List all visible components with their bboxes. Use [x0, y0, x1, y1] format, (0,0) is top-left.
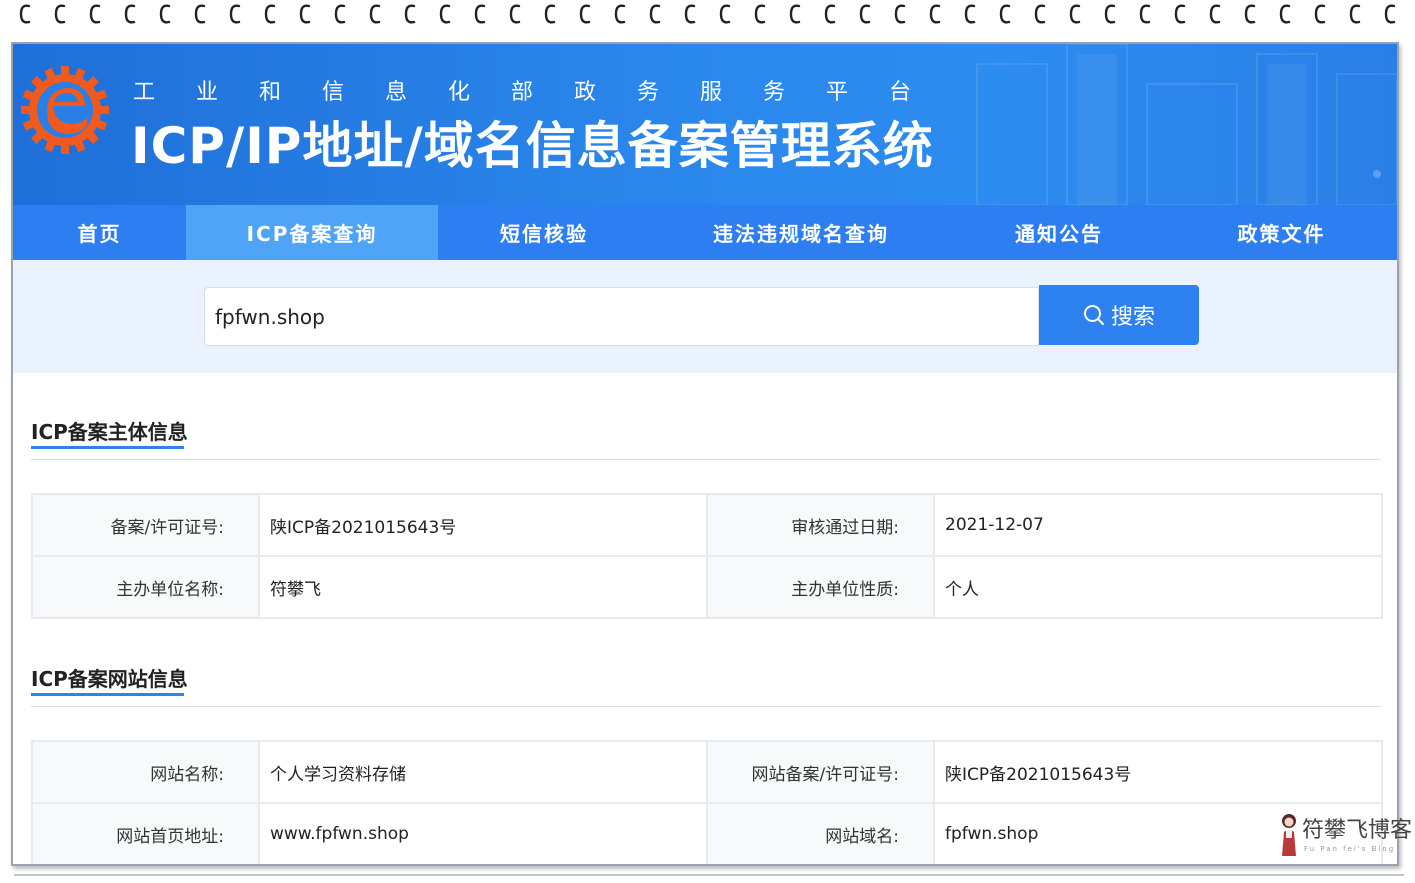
- spiral-ring-icon: [194, 4, 206, 24]
- site-section-title: ICP备案网站信息: [31, 667, 188, 691]
- spiral-ring-icon: [299, 4, 311, 24]
- spiral-ring-icon: [964, 4, 976, 24]
- spiral-ring-icon: [754, 4, 766, 24]
- spiral-ring-icon: [1034, 4, 1046, 24]
- organizer-type-value: 个人: [933, 555, 1383, 619]
- spiral-ring-icon: [124, 4, 136, 24]
- spiral-ring-icon: [509, 4, 521, 24]
- nav-item-icp-query[interactable]: ICP备案查询: [186, 205, 438, 260]
- subject-info-table: 备案/许可证号: 陕ICP备2021015643号 审核通过日期: 2021-1…: [31, 493, 1383, 619]
- table-row: 主办单位名称: 符攀飞 主办单位性质: 个人: [31, 555, 1383, 619]
- watermark-text: 符攀飞博客: [1302, 818, 1413, 843]
- search-button-label: 搜索: [1110, 305, 1155, 330]
- site-section-divider: [31, 706, 1381, 707]
- spiral-ring-icon: [999, 4, 1011, 24]
- spiral-ring-icon: [579, 4, 591, 24]
- license-number-value: 陕ICP备2021015643号: [258, 493, 708, 557]
- spiral-ring-icon: [1244, 4, 1256, 24]
- organizer-name-label: 主办单位名称:: [31, 555, 260, 619]
- nav-item-sms-verify[interactable]: 短信核验: [438, 205, 650, 260]
- spiral-ring-icon: [334, 4, 346, 24]
- nav-item-home[interactable]: 首页: [13, 205, 186, 260]
- spiral-ring-icon: [19, 4, 31, 24]
- spiral-ring-icon: [649, 4, 661, 24]
- spiral-ring-icon: [264, 4, 276, 24]
- table-row: 网站首页地址: www.fpfwn.shop 网站域名: fpfwn.shop: [31, 802, 1383, 864]
- miit-logo-icon: [21, 66, 109, 154]
- girl-avatar-icon: [1282, 814, 1296, 856]
- site-name-value: 个人学习资料存储: [258, 740, 708, 804]
- site-section-underline: [31, 693, 184, 696]
- spiral-ring-icon: [1349, 4, 1361, 24]
- spiral-ring-icon: [1174, 4, 1186, 24]
- nav-item-notices[interactable]: 通知公告: [952, 205, 1166, 260]
- spiral-ring-icon: [1209, 4, 1221, 24]
- spiral-ring-icon: [1104, 4, 1116, 24]
- site-domain-label: 网站域名:: [706, 802, 935, 864]
- search-input-value: fpfwn.shop: [215, 304, 325, 329]
- spiral-ring-icon: [1384, 4, 1396, 24]
- watermark-subtext: Fu Pan fei's Blog: [1304, 845, 1396, 853]
- site-license-label: 网站备案/许可证号:: [706, 740, 935, 804]
- blog-watermark: 符攀飞博客 Fu Pan fei's Blog: [1278, 812, 1412, 858]
- spiral-ring-icon: [544, 4, 556, 24]
- subject-section-divider: [31, 459, 1381, 460]
- site-license-value: 陕ICP备2021015643号: [933, 740, 1383, 804]
- search-bar: fpfwn.shop 搜索: [13, 260, 1397, 373]
- spiral-ring-icon: [719, 4, 731, 24]
- spiral-ring-icon: [1314, 4, 1326, 24]
- search-button[interactable]: 搜索: [1039, 285, 1199, 345]
- approval-date-label: 审核通过日期:: [706, 493, 935, 557]
- site-name-label: 网站名称:: [31, 740, 260, 804]
- organizer-name-value: 符攀飞: [258, 555, 708, 619]
- spiral-ring-icon: [229, 4, 241, 24]
- subject-section-underline: [31, 446, 184, 449]
- subject-section-title: ICP备案主体信息: [31, 420, 188, 444]
- homepage-url-label: 网站首页地址:: [31, 802, 260, 864]
- search-input[interactable]: fpfwn.shop: [204, 287, 1039, 346]
- spiral-ring-icon: [369, 4, 381, 24]
- spiral-ring-icon: [439, 4, 451, 24]
- org-name: 工业和信息化部政务服务平台: [133, 80, 953, 105]
- nav-item-illegal-domain-query[interactable]: 违法违规域名查询: [650, 205, 952, 260]
- approval-date-value: 2021-12-07: [933, 493, 1383, 557]
- spiral-ring-icon: [894, 4, 906, 24]
- spiral-ring-icon: [614, 4, 626, 24]
- table-row: 备案/许可证号: 陕ICP备2021015643号 审核通过日期: 2021-1…: [31, 493, 1383, 557]
- organizer-type-label: 主办单位性质:: [706, 555, 935, 619]
- nav-item-policy-docs[interactable]: 政策文件: [1166, 205, 1397, 260]
- table-row: 网站名称: 个人学习资料存储 网站备案/许可证号: 陕ICP备202101564…: [31, 740, 1383, 804]
- spiral-ring-icon: [159, 4, 171, 24]
- site-info-table: 网站名称: 个人学习资料存储 网站备案/许可证号: 陕ICP备202101564…: [31, 740, 1383, 864]
- system-title: ICP/IP地址/域名信息备案管理系统: [131, 117, 934, 175]
- spiral-ring-icon: [859, 4, 871, 24]
- header-banner: 工业和信息化部政务服务平台 ICP/IP地址/域名信息备案管理系统: [13, 44, 1397, 205]
- spiral-ring-icon: [824, 4, 836, 24]
- spiral-ring-icon: [1279, 4, 1291, 24]
- license-number-label: 备案/许可证号:: [31, 493, 260, 557]
- spiral-ring-icon: [1139, 4, 1151, 24]
- page-bottom-edge: [14, 874, 1404, 876]
- spiral-ring-icon: [929, 4, 941, 24]
- spiral-ring-icon: [89, 4, 101, 24]
- spiral-ring-icon: [789, 4, 801, 24]
- spiral-ring-icon: [404, 4, 416, 24]
- page-frame: 工业和信息化部政务服务平台 ICP/IP地址/域名信息备案管理系统 首页 ICP…: [11, 42, 1399, 866]
- banner-decoration: [976, 44, 1397, 205]
- spiral-ring-icon: [684, 4, 696, 24]
- main-nav: 首页 ICP备案查询 短信核验 违法违规域名查询 通知公告 政策文件: [13, 205, 1397, 260]
- spiral-binding: [0, 0, 1415, 30]
- homepage-url-value: www.fpfwn.shop: [258, 802, 708, 864]
- spiral-ring-icon: [474, 4, 486, 24]
- spiral-ring-icon: [1069, 4, 1081, 24]
- search-icon: [1083, 305, 1104, 325]
- spiral-ring-icon: [54, 4, 66, 24]
